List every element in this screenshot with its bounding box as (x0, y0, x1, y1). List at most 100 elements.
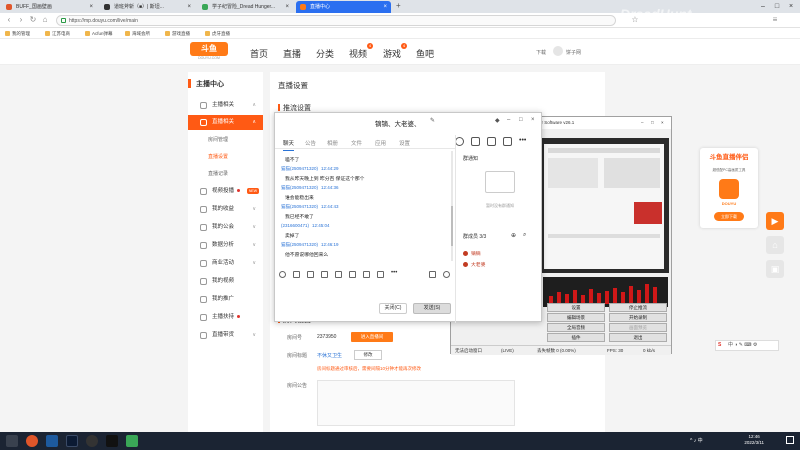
chrome-icon[interactable] (26, 435, 38, 447)
nav-game[interactable]: 游戏 4 (383, 43, 408, 60)
tab-settings[interactable]: 设置 (399, 139, 410, 147)
tab-files[interactable]: 文件 (351, 139, 362, 147)
sidebar-item-my-video[interactable]: 我的视频 (188, 274, 263, 289)
minimize-icon[interactable]: – (507, 117, 510, 123)
mic-icon[interactable] (377, 271, 384, 278)
sidebar-item-guild[interactable]: 我的公会 ∨ (188, 220, 263, 235)
douyu-logo[interactable]: 斗鱼 DOUYU.COM (190, 42, 228, 60)
image-icon[interactable] (335, 271, 342, 278)
sidebar-item-business[interactable]: 商业活动 ∨ (188, 256, 263, 271)
nav-home[interactable]: 首页 (250, 47, 268, 60)
sidebar-item-live[interactable]: 直播相关 ∧ (188, 115, 263, 130)
steam-icon[interactable] (66, 435, 78, 447)
reload-icon[interactable]: ↻ (28, 15, 38, 25)
nav-fishbar[interactable]: 鱼吧 (416, 47, 434, 60)
tab-apps[interactable]: 应用 (375, 139, 386, 147)
tray-icons[interactable]: ^ ♪ 中 (690, 437, 703, 444)
browser-tab-active[interactable]: 直播中心 × (296, 1, 391, 13)
folder-icon[interactable] (321, 271, 328, 278)
sidebar-item-support[interactable]: 主播扶持 (188, 310, 263, 325)
douyu-companion-ad[interactable]: 斗鱼直播伴侣 超低配PC高画质工具 DOUYU 立即下载 (700, 148, 758, 228)
screenshot-icon[interactable] (307, 271, 314, 278)
video-call-icon[interactable] (471, 137, 480, 146)
home-icon[interactable]: ⌂ (766, 236, 784, 254)
sidebar-sub-live-settings[interactable]: 直播设置 (188, 150, 263, 164)
add-member-icon[interactable]: ⊕ (511, 232, 516, 239)
url-input[interactable]: https://mp.douyu.com/live/main (56, 15, 616, 26)
bookmark-item[interactable]: 虎牙直播 (205, 28, 230, 39)
minimize-icon[interactable]: – (756, 0, 770, 13)
new-tab-button[interactable]: + (396, 1, 401, 10)
send-button[interactable]: 发送(S) (413, 303, 451, 314)
window-close-icon[interactable]: × (531, 117, 535, 123)
avatar[interactable] (553, 46, 563, 56)
obs-plugins-button[interactable]: 插件 (547, 333, 605, 342)
back-icon[interactable]: ‹ (4, 15, 14, 25)
nav-live[interactable]: 直播 (283, 47, 301, 60)
obs-edit-scene-button[interactable]: 编辑场景 (547, 313, 605, 322)
tab-album[interactable]: 相册 (327, 139, 338, 147)
notice-textarea[interactable] (317, 380, 515, 426)
close-icon[interactable]: × (187, 1, 191, 13)
sidebar-item-anchor[interactable]: 主播相关 ∧ (188, 98, 263, 113)
forward-icon[interactable]: › (16, 15, 26, 25)
browser-tab[interactable]: BUFF_国画壁画 × (2, 1, 97, 13)
sidebar-item-promo[interactable]: 我的推广 (188, 292, 263, 307)
bookmark-item[interactable]: 我的管理 (5, 28, 30, 39)
obs-stop-stream-button[interactable]: 停止推流 (609, 303, 667, 312)
sidebar-item-commerce[interactable]: 直播带货 ∨ (188, 328, 263, 343)
member-item[interactable]: 镝镝 (463, 250, 481, 257)
gallery-icon[interactable] (363, 271, 370, 278)
member-item[interactable]: 大老婆 (463, 261, 485, 268)
bookmark-item[interactable]: 游戏直播 (165, 28, 190, 39)
tab-notice[interactable]: 公告 (305, 139, 316, 147)
sidebar-item-earnings[interactable]: 我的收益 ∨ (188, 202, 263, 217)
phone-icon[interactable] (455, 137, 464, 146)
menu-icon[interactable]: ≡ (770, 15, 780, 25)
browser-tab[interactable]: 道班斧斩（■）| 斯坦... × (100, 1, 195, 13)
bookmark-item[interactable]: Acfun弹幕 (85, 28, 113, 39)
nav-video[interactable]: 视频 4 (349, 43, 374, 60)
play-icon[interactable]: ▶ (766, 212, 784, 230)
window-close-icon[interactable]: × (661, 117, 664, 129)
obs-record-button[interactable]: 开始录制 (609, 313, 667, 322)
obs-exit-button[interactable]: 退出 (609, 333, 667, 342)
chat-scrollbar[interactable] (451, 151, 453, 261)
bookmark-item[interactable]: 江苏电商 (45, 28, 70, 39)
search-icon[interactable]: ⌕ (523, 232, 526, 239)
obs-icon[interactable] (86, 435, 98, 447)
nav-category[interactable]: 分类 (316, 47, 334, 60)
screen-share-icon[interactable] (487, 137, 496, 146)
edit-icon[interactable]: ✎ (430, 117, 435, 124)
window-close-icon[interactable]: × (784, 0, 798, 13)
emoji-icon[interactable] (279, 271, 286, 278)
more-icon[interactable]: ••• (519, 137, 528, 146)
windows-start-icon[interactable] (6, 435, 18, 447)
room-title-value[interactable]: 不休又卫生 (317, 352, 342, 359)
close-icon[interactable]: × (285, 1, 289, 13)
game-icon[interactable] (106, 435, 118, 447)
chat-input[interactable] (279, 283, 451, 299)
close-icon[interactable]: × (383, 1, 387, 13)
history-icon[interactable] (443, 271, 450, 278)
music-icon[interactable] (349, 271, 356, 278)
obs-preview[interactable] (541, 138, 669, 273)
maximize-icon[interactable]: □ (770, 0, 784, 13)
download-link[interactable]: 下载 (536, 49, 546, 56)
chat-scroll-thumb[interactable] (451, 206, 453, 246)
obs-settings-button[interactable]: 设置 (547, 303, 605, 312)
invite-icon[interactable] (503, 137, 512, 146)
tab-chat[interactable]: 聊天 (283, 139, 295, 151)
maximize-icon[interactable]: □ (519, 117, 523, 123)
chat-window[interactable]: 镝镝、大老婆、 ✎ ◆ – □ × 聊天 公告 相册 文件 应用 设置 ••• … (274, 112, 542, 323)
more-icon[interactable]: ••• (391, 270, 398, 278)
clock[interactable]: 12:46 2022/3/11 (744, 434, 764, 446)
notification-icon[interactable] (786, 436, 794, 444)
modify-title-button[interactable]: 修改 (354, 350, 382, 360)
app-icon[interactable] (126, 435, 138, 447)
maximize-icon[interactable]: □ (651, 117, 654, 129)
home-icon[interactable]: ⌂ (40, 15, 50, 25)
sidebar-sub-room[interactable]: 房间管理 (188, 133, 263, 147)
user-name[interactable]: 饼子网 (566, 49, 581, 56)
obs-preview-button[interactable]: 画面预览 (609, 323, 667, 332)
